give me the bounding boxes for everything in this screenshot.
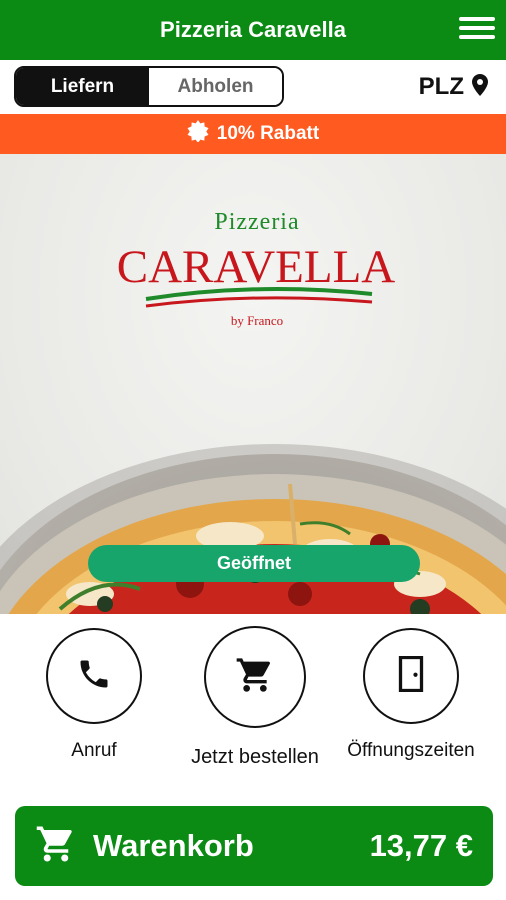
order-now-label: Jetzt bestellen [191, 746, 319, 768]
tab-liefern[interactable]: Liefern [16, 68, 149, 105]
opening-hours-button[interactable]: Öffnungszeiten [347, 628, 475, 762]
app-title: Pizzeria Caravella [160, 17, 346, 42]
logo-main-text: CARAVELLA [117, 241, 396, 293]
cart-label: Warenkorb [93, 828, 254, 863]
app-header: Pizzeria Caravella [0, 0, 506, 60]
door-icon [396, 655, 426, 697]
tab-abholen[interactable]: Abholen [149, 68, 282, 105]
phone-icon [76, 656, 112, 697]
logo-top-text: Pizzeria [214, 209, 299, 235]
order-now-button[interactable]: Jetzt bestellen [191, 626, 319, 769]
hours-circle[interactable] [363, 628, 459, 724]
cart-bar[interactable]: Warenkorb 13,77 € [15, 806, 493, 886]
badge-icon [187, 120, 209, 148]
plz-label: PLZ [418, 73, 464, 100]
cart-icon [35, 823, 77, 870]
opening-hours-label: Öffnungszeiten [347, 740, 475, 761]
call-label: Anruf [71, 740, 117, 761]
logo-sub-text: by Franco [231, 313, 283, 328]
promo-banner[interactable]: 10% Rabatt [0, 114, 506, 154]
cart-total: 13,77 € [369, 828, 473, 863]
promo-text: 10% Rabatt [216, 123, 320, 144]
order-circle[interactable] [204, 626, 306, 728]
call-circle[interactable] [46, 628, 142, 724]
restaurant-logo: Pizzeria CARAVELLA by Franco [117, 209, 396, 328]
call-button[interactable]: Anruf [44, 628, 144, 762]
location-pin-icon [472, 73, 488, 101]
hamburger-icon[interactable] [458, 14, 496, 44]
plz-selector[interactable]: PLZ [419, 72, 488, 102]
cart-icon [235, 655, 275, 700]
status-badge[interactable]: Geöffnet [88, 545, 420, 582]
pizza-illustration [0, 444, 506, 614]
order-mode-toggle: Liefern Abholen [14, 66, 284, 107]
